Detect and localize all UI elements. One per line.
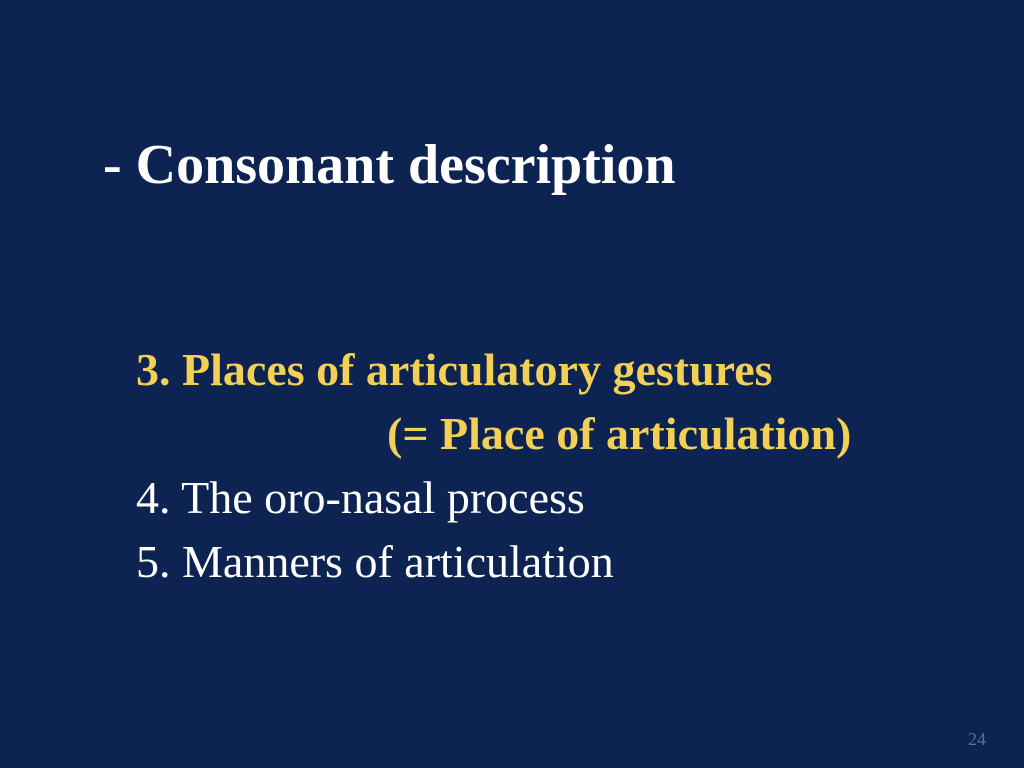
page-number: 24 <box>968 729 986 749</box>
slide-title: - Consonant description <box>103 134 676 196</box>
list-item-current-topic: 3. Places of articulatory gestures (= Pl… <box>136 338 996 466</box>
list-item-label: 5. Manners of articulation <box>136 536 614 587</box>
list-item-label: 3. Places of articulatory gestures <box>136 344 773 395</box>
list-item: 4. The oro-nasal process <box>136 466 996 530</box>
slide: - Consonant description 3. Places of art… <box>0 0 1024 768</box>
list-item-label: 4. The oro-nasal process <box>136 472 585 523</box>
list-item-subtitle: (= Place of articulation) <box>387 408 852 459</box>
topic-list: 3. Places of articulatory gestures (= Pl… <box>136 338 996 594</box>
list-item: 5. Manners of articulation <box>136 530 996 594</box>
